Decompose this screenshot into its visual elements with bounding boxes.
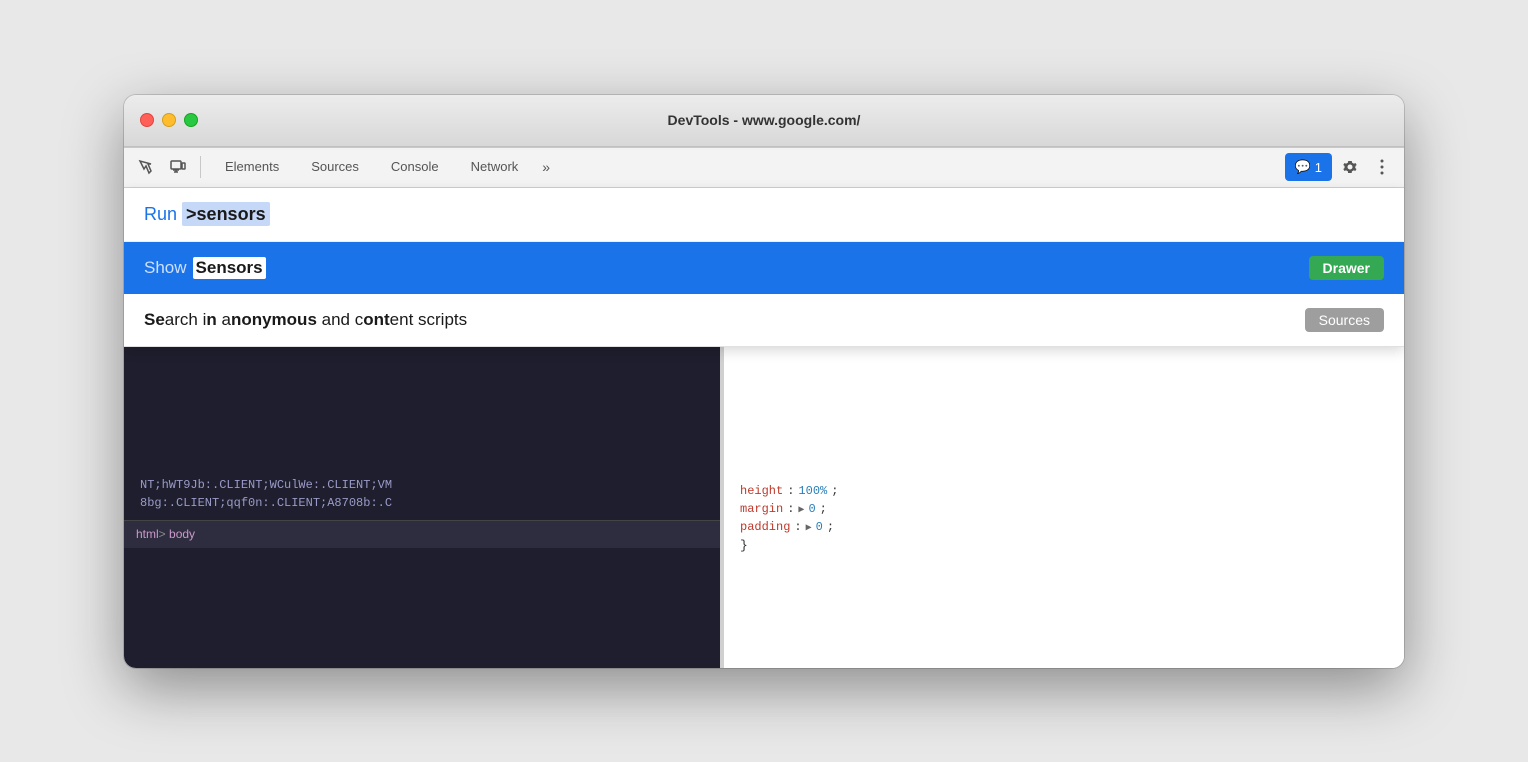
settings-button[interactable] (1336, 153, 1364, 181)
more-options-button[interactable] (1368, 153, 1396, 181)
command-result-search[interactable]: Search in anonymous and content scripts … (124, 294, 1404, 346)
code-line-1: NT;hWT9Jb:.CLIENT;WCulWe:.CLIENT;VM (124, 476, 724, 494)
run-label: Run (144, 204, 182, 224)
tab-list: Elements Sources Console Network » (209, 147, 1281, 187)
breadcrumb-bar: html body (124, 520, 724, 548)
devtools-content: Elements Sources Console Network » 💬 (124, 147, 1404, 668)
command-result-sensors[interactable]: Show Sensors Drawer (124, 242, 1404, 294)
command-palette: Run >sensors Show Sensors Drawer Search … (124, 188, 1404, 347)
chat-icon: 💬 (1295, 159, 1311, 175)
css-padding: padding : ▶ 0 ; (740, 520, 1388, 534)
traffic-lights (140, 113, 198, 127)
command-input-row[interactable]: Run >sensors (124, 188, 1404, 242)
content-area: Run >sensors Show Sensors Drawer Search … (124, 188, 1404, 668)
tab-network[interactable]: Network (455, 147, 535, 187)
tab-overflow[interactable]: » (534, 147, 558, 187)
styles-content: height : 100% ; margin : ▶ 0 ; (724, 468, 1404, 565)
command-query: >sensors (182, 202, 270, 226)
device-toggle-icon[interactable] (164, 153, 192, 181)
tab-console[interactable]: Console (375, 147, 455, 187)
show-label: Show (144, 258, 187, 278)
search-result-text: Search in anonymous and content scripts (144, 310, 467, 330)
tab-sources[interactable]: Sources (295, 147, 375, 187)
maximize-button[interactable] (184, 113, 198, 127)
inspect-icon[interactable] (132, 153, 160, 181)
window-title: DevTools - www.google.com/ (668, 112, 861, 128)
toolbar: Elements Sources Console Network » 💬 (124, 148, 1404, 188)
tab-elements[interactable]: Elements (209, 147, 295, 187)
css-margin: margin : ▶ 0 ; (740, 502, 1388, 516)
code-content: NT;hWT9Jb:.CLIENT;WCulWe:.CLIENT;VM 8bg:… (124, 468, 724, 520)
chat-badge-button[interactable]: 💬 1 (1285, 153, 1332, 181)
badge-count: 1 (1315, 160, 1322, 175)
css-closing-brace: } (740, 538, 1388, 553)
toolbar-divider (200, 156, 201, 178)
minimize-button[interactable] (162, 113, 176, 127)
code-line-2: 8bg:.CLIENT;qqf0n:.CLIENT;A8708b:.C (124, 494, 724, 512)
toolbar-right: 💬 1 (1285, 153, 1396, 181)
close-button[interactable] (140, 113, 154, 127)
css-height: height : 100% ; (740, 484, 1388, 498)
breadcrumb-html[interactable]: html (136, 527, 159, 541)
sensors-highlight: Sensors (193, 257, 266, 279)
drawer-badge: Drawer (1309, 256, 1384, 280)
titlebar: DevTools - www.google.com/ (124, 95, 1404, 147)
breadcrumb-body[interactable]: body (159, 527, 195, 541)
sources-badge: Sources (1305, 308, 1384, 332)
devtools-window: DevTools - www.google.com/ (124, 95, 1404, 668)
